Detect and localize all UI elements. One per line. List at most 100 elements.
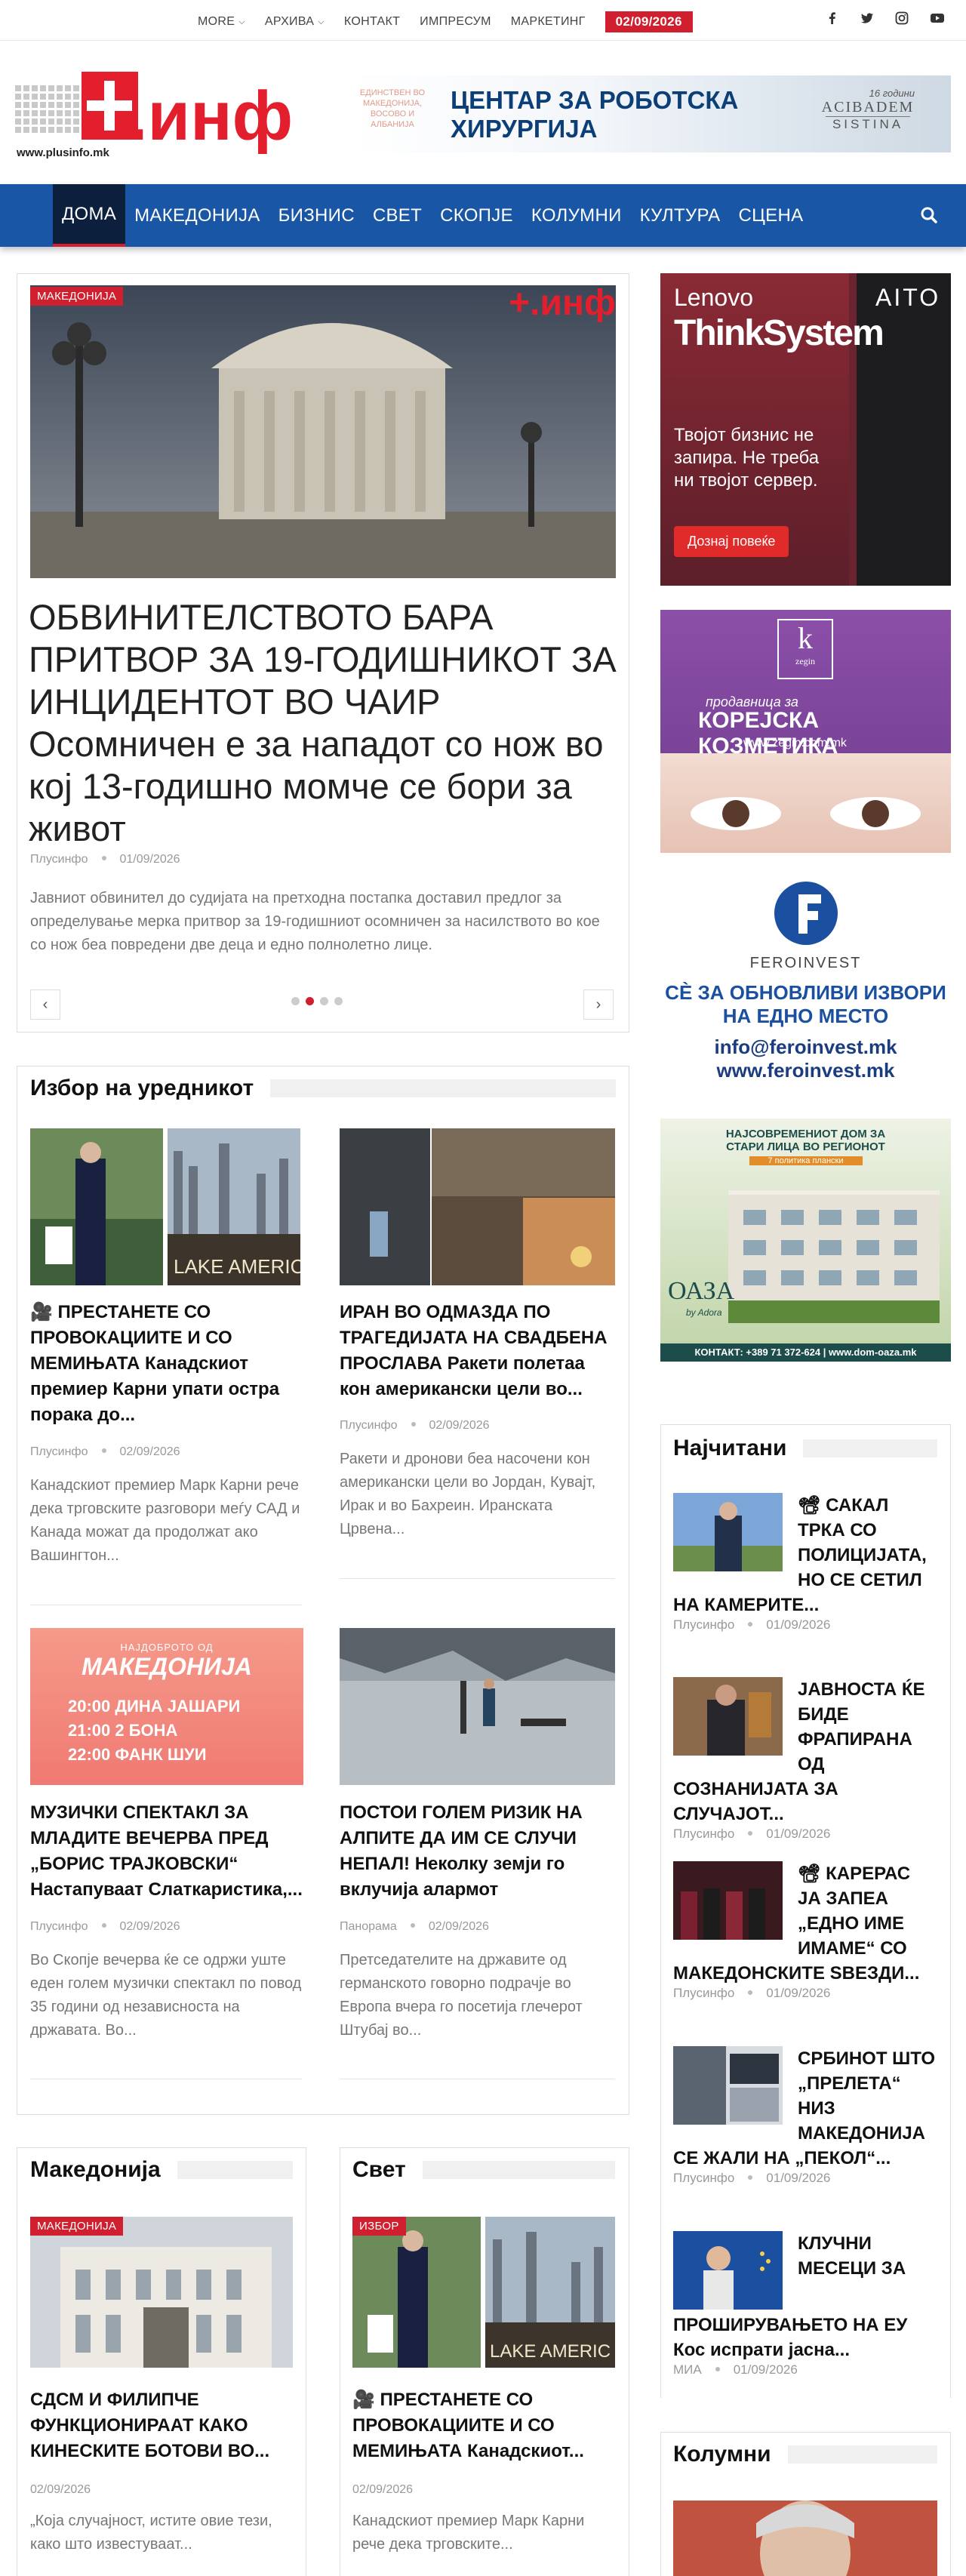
post-title[interactable]: СДСМ И ФИЛИПЧЕ ФУНКЦИОНИРААТ КАКО КИНЕСК… <box>30 2387 293 2464</box>
section-title-bar <box>422 2161 615 2179</box>
image-sign-text: LAKE AMERIC <box>490 2341 611 2362</box>
nav-item-skopje[interactable]: СКОПЈЕ <box>431 184 522 247</box>
slider-dot[interactable] <box>291 997 300 1005</box>
section-title-bar <box>803 1439 937 1457</box>
popular-item[interactable]: КЛУЧНИ МЕСЕЦИ ЗА ПРОШИРУВАЊЕТО НА ЕУ Кос… <box>673 2231 937 2377</box>
lenovo-ad[interactable]: Lenovo ThinkSystem AITO Твојот бизнис не… <box>660 273 951 586</box>
slider-dots <box>291 997 343 1005</box>
meta-dot <box>715 2367 720 2371</box>
lenovo-cta-button[interactable]: Дознај повеќе <box>674 526 789 557</box>
category-badge[interactable]: МАКЕДОНИЈА <box>30 2217 124 2236</box>
post-date: 02/09/2026 <box>352 2483 414 2496</box>
section-title-text[interactable]: Колумни <box>673 2442 771 2467</box>
twitter-icon[interactable] <box>860 11 874 25</box>
popular-thumb[interactable] <box>673 2231 783 2310</box>
post-title[interactable]: ИРАН ВО ОДМАЗДА ПО ТРАГЕДИЈАТА НА СВАДБЕ… <box>340 1300 615 1402</box>
category-badge[interactable]: ИЗБОР <box>352 2217 406 2236</box>
post-author[interactable]: Плусинфо <box>30 1445 88 1458</box>
top-menu-impressum[interactable]: ИМПРЕСУМ <box>420 15 491 29</box>
nav-item-macedonia[interactable]: МАКЕДОНИЈА <box>125 184 269 247</box>
oaza-ad[interactable]: НАЈСОВРЕМЕНИОТ ДОМ ЗА СТАРИ ЛИЦА ВО РЕГИ… <box>660 1119 951 1362</box>
top-menu-contact[interactable]: КОНТАКТ <box>344 15 400 29</box>
instagram-icon[interactable] <box>895 11 909 25</box>
zegin-url: www.zegin.com.mk <box>743 737 847 749</box>
image-sign-text: LAKE AMERIC <box>174 1255 300 1278</box>
zegin-ad[interactable]: k zegin продавница за КОРЕЈСКА КОЗМЕТИКА … <box>660 610 951 853</box>
post-author[interactable]: МИА <box>673 2362 702 2377</box>
zegin-k: k <box>798 621 813 655</box>
post-image[interactable] <box>30 2217 293 2368</box>
popular-thumb[interactable] <box>673 1677 783 1756</box>
ad-brand2: SISTINA <box>826 116 910 132</box>
nav-item-business[interactable]: БИЗНИС <box>269 184 364 247</box>
featured-image[interactable]: +.инф <box>30 285 616 578</box>
top-menu-archive[interactable]: АРХИВА ⌵ <box>265 15 325 29</box>
meta-dot <box>410 1923 415 1928</box>
post-title[interactable]: 🎥 ПРЕСТАНЕТЕ СО ПРОВОКАЦИИТЕ И СО МЕМИЊА… <box>30 1300 300 1428</box>
post-image[interactable] <box>340 1128 615 1285</box>
oaza-by: by Adora <box>686 1307 722 1318</box>
popular-item[interactable]: 📽 КАРЕРАС ЈА ЗАПЕА „ЕДНО ИМЕ ИМАМЕ“ СО М… <box>673 1861 937 2001</box>
post-excerpt: Претседателите на државите од германскот… <box>340 1952 583 2039</box>
social-links <box>826 11 944 25</box>
section-title-text[interactable]: Свет <box>352 2157 406 2183</box>
popular-thumb[interactable] <box>673 1861 783 1940</box>
post-excerpt: „Која случајност, истите овие тези, како… <box>30 2513 272 2553</box>
section-title-text[interactable]: Македонија <box>30 2157 161 2183</box>
post-image[interactable]: LAKE AMERIC <box>30 1128 300 1285</box>
post-author[interactable]: Плусинфо <box>673 1986 734 2000</box>
featured-excerpt: Јавниот обвинител до судијата на претход… <box>30 890 600 953</box>
columns-section-title: Колумни <box>673 2438 937 2471</box>
post-meta: Панорама 02/09/2026 <box>340 1920 489 1934</box>
slider-dot[interactable] <box>320 997 328 1005</box>
section-title-text: Избор на уредникот <box>30 1076 254 1100</box>
popular-item[interactable]: 📽 САКАЛ ТРКА СО ПОЛИЦИЈАТА, НО СЕ СЕТИЛ … <box>673 1493 937 1633</box>
poster-rows: 20:00 ДИНА ЈАШАРИ 21:00 2 БОНА 22:00 ФАН… <box>68 1694 303 1767</box>
slider-prev-button[interactable]: ‹ <box>30 989 60 1020</box>
top-menu-more[interactable]: MORE ⌵ <box>198 15 245 29</box>
search-icon[interactable] <box>919 205 939 225</box>
poster-title: МАКЕДОНИЈА <box>82 1653 252 1680</box>
post-author[interactable]: Плусинфо <box>30 853 88 866</box>
site-logo[interactable]: .инф www.plusinfo.mk <box>15 72 347 162</box>
facebook-icon[interactable] <box>826 11 839 25</box>
post-author[interactable]: Плусинфо <box>673 1617 734 1632</box>
slider-dot-active[interactable] <box>306 997 314 1005</box>
post-title[interactable]: 🎥 ПРЕСТАНЕТЕ СО ПРОВОКАЦИИТЕ И СО МЕМИЊА… <box>352 2387 615 2464</box>
nav-item-scene[interactable]: СЦЕНА <box>730 184 813 247</box>
post-image[interactable] <box>340 1628 615 1785</box>
popular-item[interactable]: СРБИНОТ ШТО „ПРЕЛЕТА“ НИЗ МАКЕДОНИЈА СЕ … <box>673 2046 937 2186</box>
post-date: 02/09/2026 <box>428 1920 489 1933</box>
post-author[interactable]: Плусинфо <box>30 1920 88 1933</box>
youtube-icon[interactable] <box>930 11 944 25</box>
post-author[interactable]: Плусинфо <box>673 2171 734 2185</box>
column-image[interactable] <box>673 2501 937 2576</box>
nav-item-home[interactable]: ДОМА <box>53 184 126 247</box>
post-image[interactable]: НАЈДОБРОТО ОД МАКЕДОНИЈА 20:00 ДИНА ЈАША… <box>30 1628 303 1785</box>
top-banner-ad[interactable]: ЕДИНСТВЕН ВО МАКЕДОНИЈА, ВОСОВО И АЛБАНИ… <box>351 75 951 152</box>
post-author[interactable]: Панорама <box>340 1920 397 1933</box>
feroinvest-ad[interactable]: FEROINVEST СÈ ЗА ОБНОВЛИВИ ИЗВОРИ НА ЕДН… <box>660 866 951 1111</box>
nav-item-culture[interactable]: КУЛТУРА <box>631 184 730 247</box>
oaza-tag: 7 политика плански <box>749 1156 863 1165</box>
top-menu-marketing[interactable]: МАРКЕТИНГ <box>511 15 586 29</box>
popular-thumb[interactable] <box>673 2046 783 2125</box>
ad-headline-line1: ЦЕНТАР ЗА РОБОТСКА <box>451 86 739 114</box>
post-title[interactable]: ПОСТОИ ГОЛЕМ РИЗИК НА АЛПИТЕ ДА ИМ СЕ СЛ… <box>340 1800 615 1903</box>
category-badge[interactable]: МАКЕДОНИЈА <box>30 287 124 306</box>
post-image[interactable]: LAKE AMERIC <box>352 2217 615 2368</box>
nav-item-columns[interactable]: КОЛУМНИ <box>522 184 631 247</box>
nav-item-world[interactable]: СВЕТ <box>364 184 431 247</box>
meta-dot <box>411 1422 416 1426</box>
popular-thumb[interactable] <box>673 1493 783 1571</box>
post-author[interactable]: Плусинфо <box>673 1827 734 1841</box>
popular-item[interactable]: ЈАВНОСТА ЌЕ БИДЕ ФРАПИРАНА ОД СОЗНАНИЈАТ… <box>673 1677 937 1842</box>
slider-dot[interactable] <box>334 997 343 1005</box>
post-author[interactable]: Плусинфо <box>340 1419 398 1432</box>
zegin-logo: k zegin <box>777 619 833 679</box>
post-title[interactable]: МУЗИЧКИ СПЕКТАКЛ ЗА МЛАДИТЕ ВЕЧЕРВА ПРЕД… <box>30 1800 303 1903</box>
meta-dot <box>748 2175 753 2180</box>
featured-title[interactable]: ОБВИНИТЕЛСТВОТО БАРА ПРИТВОР ЗА 19-ГОДИШ… <box>29 596 617 850</box>
slider-next-button[interactable]: › <box>583 989 614 1020</box>
chevron-down-icon: ⌵ <box>318 17 325 26</box>
